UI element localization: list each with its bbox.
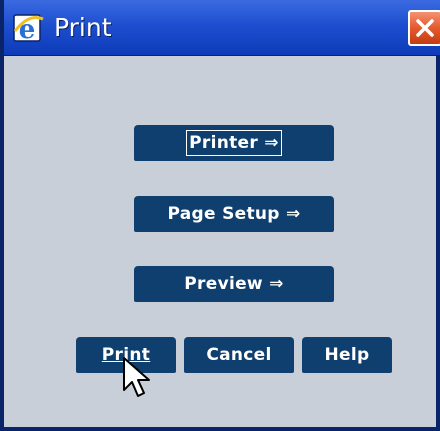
cancel-button-label: Cancel xyxy=(206,345,272,365)
preview-button[interactable]: Preview ⇒ xyxy=(134,266,334,302)
printer-button-label: Printer ⇒ xyxy=(186,130,282,156)
help-button-label: Help xyxy=(324,345,370,365)
print-dialog: e Print Printer ⇒ Page Setup ⇒ Preview ⇒… xyxy=(0,0,440,431)
page-setup-button[interactable]: Page Setup ⇒ xyxy=(134,196,334,232)
page-setup-button-label: Page Setup ⇒ xyxy=(167,204,301,224)
internet-explorer-icon: e xyxy=(12,11,46,45)
cancel-button[interactable]: Cancel xyxy=(184,337,294,373)
title-bar[interactable]: e Print xyxy=(4,0,440,56)
printer-button[interactable]: Printer ⇒ xyxy=(134,125,334,161)
arrow-pointer-icon xyxy=(122,356,154,402)
help-button[interactable]: Help xyxy=(302,337,392,373)
preview-button-label: Preview ⇒ xyxy=(184,274,284,294)
close-icon xyxy=(416,19,434,37)
close-button[interactable] xyxy=(408,10,440,46)
window-title: Print xyxy=(54,13,112,42)
